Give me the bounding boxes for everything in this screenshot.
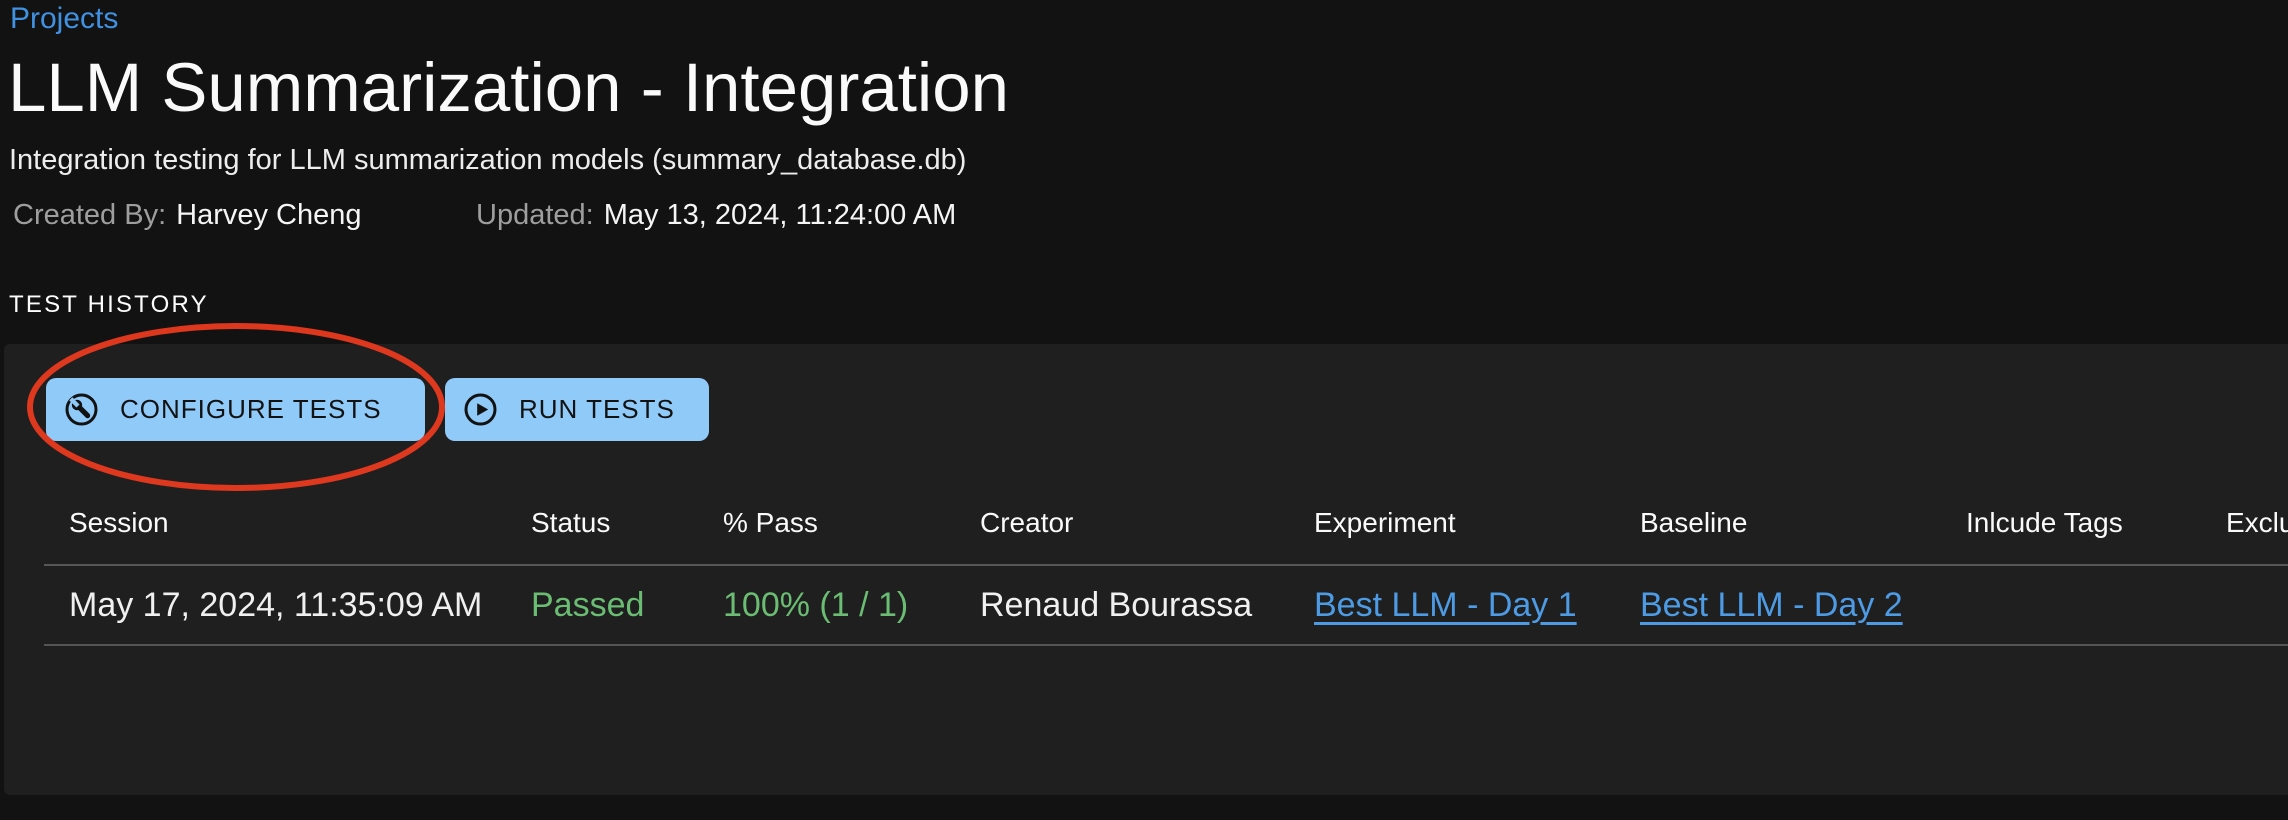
section-title-test-history: TEST HISTORY [9,291,209,319]
run-tests-button[interactable]: RUN TESTS [445,378,709,441]
configure-tests-button[interactable]: CONFIGURE TESTS [46,378,425,441]
exclude-tags-cell [2201,566,2288,646]
configure-tests-label: CONFIGURE TESTS [120,394,382,425]
toolbar: CONFIGURE TESTS RUN TESTS [46,378,709,441]
baseline-cell: Best LLM - Day 2 [1615,566,1941,646]
meta-line: Created By: Harvey Cheng Updated: May 13, … [13,198,2213,233]
project-page: Projects LLM Summarization - Integration… [0,0,2288,820]
test-history-panel: CONFIGURE TESTS RUN TESTS Session Status… [4,344,2288,795]
pass-cell: 100% (1 / 1) [698,566,955,646]
column-header-baseline: Baseline [1615,482,1941,566]
page-subtitle: Integration testing for LLM summarizatio… [9,143,966,178]
column-header-pass: % Pass [698,482,955,566]
experiment-cell: Best LLM - Day 1 [1289,566,1615,646]
session-cell: May 17, 2024, 11:35:09 AM [44,566,506,646]
page-title: LLM Summarization - Integration [8,50,1009,126]
play-circle-icon [464,393,497,426]
column-header-include-tags: Inlcude Tags [1941,482,2201,566]
include-tags-cell [1941,566,2201,646]
updated-value: May 13, 2024, 11:24:00 AM [604,199,957,231]
column-header-creator: Creator [955,482,1289,566]
wrench-circle-icon [65,393,98,426]
experiment-link[interactable]: Best LLM - Day 1 [1314,586,1577,625]
run-tests-label: RUN TESTS [519,394,675,425]
updated-group: Updated: May 13, 2024, 11:24:00 AM [476,198,956,233]
status-cell: Passed [506,566,698,646]
breadcrumb-projects-link[interactable]: Projects [10,1,118,37]
created-by-label: Created By: [13,199,166,231]
column-header-experiment: Experiment [1289,482,1615,566]
column-header-exclude-tags: Exclude Tags [2201,482,2288,566]
created-by-value: Harvey Cheng [176,199,361,231]
column-header-status: Status [506,482,698,566]
creator-cell: Renaud Bourassa [955,566,1289,646]
test-history-table: Session Status % Pass Creator Experiment… [44,482,2288,646]
column-header-session: Session [44,482,506,566]
baseline-link[interactable]: Best LLM - Day 2 [1640,586,1903,625]
updated-label: Updated: [476,199,594,231]
